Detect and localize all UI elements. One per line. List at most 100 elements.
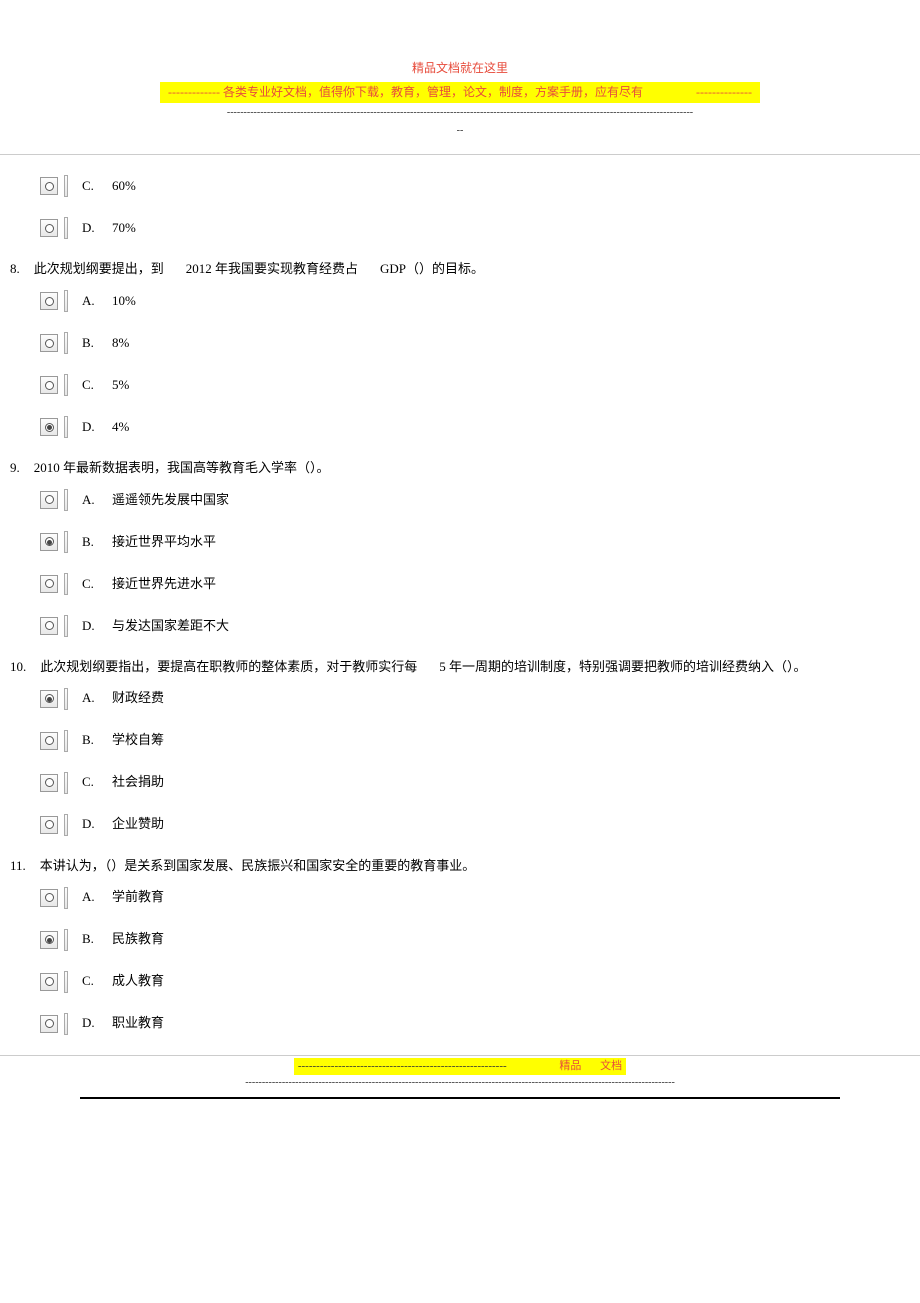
page-footer: ----------------------------------------… — [0, 1055, 920, 1100]
option-text: 10% — [112, 291, 136, 312]
radio-button[interactable] — [40, 690, 58, 708]
radio-circle-icon — [45, 977, 54, 986]
option-text: 社会捐助 — [112, 772, 164, 793]
radio-button[interactable] — [40, 219, 58, 237]
radio-bar-icon — [64, 814, 68, 836]
radio-circle-icon — [45, 381, 54, 390]
radio-bar-icon — [64, 929, 68, 951]
option-text: 8% — [112, 333, 129, 354]
option-row: C.5% — [40, 374, 910, 396]
option-letter: B. — [82, 532, 112, 553]
radio-button[interactable] — [40, 575, 58, 593]
option-letter: C. — [82, 772, 112, 793]
header-dashes-1: ----------------------------------------… — [80, 105, 840, 121]
option-text: 职业教育 — [112, 1013, 164, 1034]
radio-bar-icon — [64, 887, 68, 909]
radio-circle-icon — [45, 537, 54, 546]
radio-circle-icon — [45, 297, 54, 306]
radio-button[interactable] — [40, 973, 58, 991]
option-row: A.10% — [40, 290, 910, 312]
option-row: A.财政经费 — [40, 688, 910, 710]
question-stem: 11. 本讲认为，（）是关系到国家发展、民族振兴和国家安全的重要的教育事业。 — [10, 856, 910, 887]
question: 11.本讲认为，（）是关系到国家发展、民族振兴和国家安全的重要的教育事业。A.学… — [10, 856, 910, 1035]
option-row: A.遥遥领先发展中国家 — [40, 489, 910, 511]
option-letter: C. — [82, 375, 112, 396]
radio-button[interactable] — [40, 774, 58, 792]
radio-button[interactable] — [40, 491, 58, 509]
option-letter: B. — [82, 929, 112, 950]
radio-button[interactable] — [40, 732, 58, 750]
radio-bar-icon — [64, 217, 68, 239]
radio-button[interactable] — [40, 1015, 58, 1033]
radio-circle-icon — [45, 694, 54, 703]
radio-button[interactable] — [40, 292, 58, 310]
option-text: 学校自筹 — [112, 730, 164, 751]
radio-bar-icon — [64, 531, 68, 553]
radio-button[interactable] — [40, 816, 58, 834]
radio-circle-icon — [45, 820, 54, 829]
option-letter: D. — [82, 417, 112, 438]
radio-button[interactable] — [40, 418, 58, 436]
radio-button[interactable] — [40, 533, 58, 551]
option-text: 成人教育 — [112, 971, 164, 992]
option-text: 70% — [112, 218, 136, 239]
option-row: B.学校自筹 — [40, 730, 910, 752]
option-text: 接近世界先进水平 — [112, 574, 216, 595]
header-title: 精品文档就在这里 — [412, 59, 508, 78]
question-number: 10. — [10, 659, 26, 674]
option-text: 财政经费 — [112, 688, 164, 709]
option-row: D.职业教育 — [40, 1013, 910, 1035]
option-row: B.8% — [40, 332, 910, 354]
footer-label-2: 文档 — [600, 1060, 622, 1072]
question-stem-part: 本讲认为，（）是关系到国家发展、民族振兴和国家安全的重要的教育事业。 — [40, 858, 476, 873]
question-stem-part: 5 年一周期的培训制度，特别强调要把教师的培训经费纳入（）。 — [439, 659, 806, 674]
radio-button[interactable] — [40, 334, 58, 352]
radio-button[interactable] — [40, 177, 58, 195]
radio-bar-icon — [64, 688, 68, 710]
header-dash-left: ------------- — [168, 85, 220, 99]
radio-circle-icon — [45, 224, 54, 233]
radio-button[interactable] — [40, 889, 58, 907]
option-letter: D. — [82, 218, 112, 239]
radio-circle-icon — [45, 495, 54, 504]
option-letter: D. — [82, 1013, 112, 1034]
radio-button[interactable] — [40, 617, 58, 635]
radio-circle-icon — [45, 736, 54, 745]
radio-bar-icon — [64, 374, 68, 396]
radio-button[interactable] — [40, 931, 58, 949]
option-letter: D. — [82, 814, 112, 835]
radio-circle-icon — [45, 935, 54, 944]
question-number: 11. — [10, 858, 26, 873]
page-header: 精品文档就在这里 ------------- 各类专业好文档，值得你下载，教育，… — [0, 0, 920, 139]
question-stem: 8.此次规划纲要提出，到2012 年我国要实现教育经费占GDP（）的目标。 — [10, 259, 910, 290]
footer-rule — [80, 1097, 840, 1099]
option-letter: A. — [82, 490, 112, 511]
radio-button[interactable] — [40, 376, 58, 394]
radio-circle-icon — [45, 182, 54, 191]
questions-list: 8.此次规划纲要提出，到2012 年我国要实现教育经费占GDP（）的目标。A.1… — [10, 259, 910, 1034]
question-stem: 10.此次规划纲要指出，要提高在职教师的整体素质，对于教师实行每5 年一周期的培… — [10, 657, 910, 688]
radio-circle-icon — [45, 621, 54, 630]
question-stem: 9.2010 年最新数据表明，我国高等教育毛入学率（）。 — [10, 458, 910, 489]
option-row: D.70% — [40, 217, 910, 239]
previous-question-options: C.60% D.70% — [10, 175, 910, 239]
option-letter: B. — [82, 333, 112, 354]
option-text: 4% — [112, 417, 129, 438]
radio-bar-icon — [64, 730, 68, 752]
radio-bar-icon — [64, 573, 68, 595]
radio-bar-icon — [64, 290, 68, 312]
footer-dashes-left: ----------------------------------------… — [298, 1060, 507, 1072]
option-row: D.与发达国家差距不大 — [40, 615, 910, 637]
option-row: B.民族教育 — [40, 929, 910, 951]
radio-circle-icon — [45, 893, 54, 902]
option-row: C.60% — [40, 175, 910, 197]
header-dash-right: -------------- — [696, 85, 752, 99]
radio-bar-icon — [64, 175, 68, 197]
header-dashes-2: -- — [0, 123, 920, 139]
footer-label-1: 精品 — [559, 1060, 581, 1072]
footer-dashes-bottom: ----------------------------------------… — [150, 1075, 770, 1091]
option-letter: A. — [82, 291, 112, 312]
radio-circle-icon — [45, 778, 54, 787]
header-subtitle: ------------- 各类专业好文档，值得你下载，教育，管理，论文，制度，… — [160, 82, 760, 103]
radio-circle-icon — [45, 339, 54, 348]
